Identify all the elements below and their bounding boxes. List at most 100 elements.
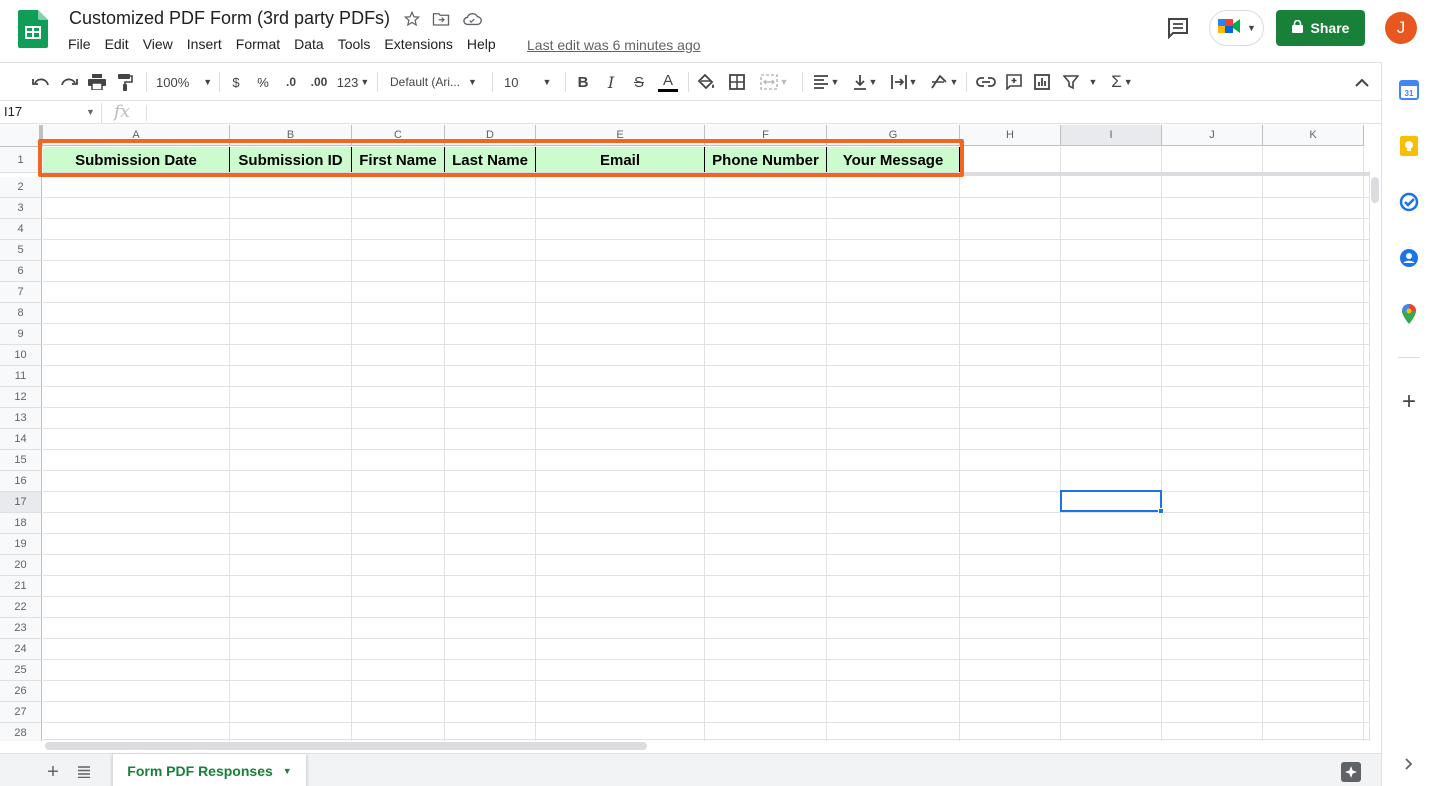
- insert-comment-icon[interactable]: [1003, 71, 1025, 93]
- spreadsheet-grid[interactable]: ABCDEFGHIJK 1 2 3 4 5 6 7 8 9 10 11 12 13 14 15 16 17 18 1…: [0, 125, 1369, 741]
- row-header-5[interactable]: 5: [0, 240, 42, 261]
- chevron-down-icon[interactable]: ▼: [86, 107, 95, 117]
- merge-cells-icon[interactable]: ▼: [756, 71, 792, 93]
- fill-handle[interactable]: [1158, 508, 1164, 514]
- add-icon[interactable]: +: [1398, 388, 1420, 415]
- cloud-saved-icon[interactable]: [462, 9, 482, 29]
- undo-icon[interactable]: [30, 71, 52, 93]
- all-sheets-icon[interactable]: [74, 762, 94, 782]
- redo-icon[interactable]: [58, 71, 80, 93]
- decrease-decimal-button[interactable]: .0: [280, 71, 302, 93]
- text-rotation-icon[interactable]: ▼: [928, 71, 960, 93]
- fill-color-icon[interactable]: [696, 71, 718, 93]
- row-header-19[interactable]: 19: [0, 534, 42, 555]
- row-header-8[interactable]: 8: [0, 303, 42, 324]
- row-header-26[interactable]: 26: [0, 681, 42, 702]
- row-header-28[interactable]: 28: [0, 723, 42, 741]
- contacts-icon[interactable]: [1398, 247, 1420, 269]
- row-header-13[interactable]: 13: [0, 408, 42, 429]
- print-icon[interactable]: [86, 71, 108, 93]
- comments-icon[interactable]: [1164, 14, 1192, 42]
- row-header-14[interactable]: 14: [0, 429, 42, 450]
- menu-extensions[interactable]: Extensions: [384, 36, 459, 54]
- name-box[interactable]: I17: [4, 104, 94, 119]
- row-header-10[interactable]: 10: [0, 345, 42, 366]
- menu-view[interactable]: View: [143, 36, 180, 54]
- menu-data[interactable]: Data: [294, 36, 331, 54]
- row-header-20[interactable]: 20: [0, 555, 42, 576]
- tasks-icon[interactable]: [1398, 191, 1420, 213]
- number-format-select[interactable]: 123 ▼: [336, 71, 370, 93]
- row-header-4[interactable]: 4: [0, 219, 42, 240]
- vertical-align-icon[interactable]: ▼: [849, 71, 881, 93]
- insert-link-icon[interactable]: [975, 71, 997, 93]
- select-all-corner[interactable]: [0, 125, 43, 147]
- text-wrapping-icon[interactable]: ▼: [888, 71, 920, 93]
- add-sheet-icon[interactable]: +: [43, 761, 63, 783]
- bold-icon[interactable]: B: [574, 71, 592, 93]
- horizontal-align-icon[interactable]: ▼: [810, 71, 842, 93]
- percent-format-button[interactable]: %: [254, 71, 272, 93]
- row-header-15[interactable]: 15: [0, 450, 42, 471]
- text-color-icon[interactable]: A: [657, 71, 679, 93]
- menu-insert[interactable]: Insert: [187, 36, 229, 54]
- menu-file[interactable]: File: [68, 36, 98, 54]
- menu-help[interactable]: Help: [467, 36, 503, 54]
- menu-format[interactable]: Format: [236, 36, 287, 54]
- explore-icon[interactable]: [1341, 762, 1361, 782]
- row-header-21[interactable]: 21: [0, 576, 42, 597]
- last-edit-link[interactable]: Last edit was 6 minutes ago: [527, 37, 701, 53]
- vertical-scrollbar[interactable]: [1369, 171, 1381, 741]
- star-icon[interactable]: [402, 9, 422, 29]
- row-header-12[interactable]: 12: [0, 387, 42, 408]
- horizontal-scroll-thumb[interactable]: [45, 742, 647, 750]
- sheet-tab[interactable]: Form PDF Responses ▼: [112, 754, 307, 786]
- calendar-icon[interactable]: 31: [1398, 79, 1420, 101]
- vertical-scroll-thumb[interactable]: [1371, 177, 1379, 203]
- row-header-27[interactable]: 27: [0, 702, 42, 723]
- increase-decimal-button[interactable]: .00: [306, 71, 332, 93]
- keep-icon[interactable]: [1398, 135, 1420, 157]
- column-header-h[interactable]: H: [960, 125, 1061, 146]
- row-header-3[interactable]: 3: [0, 198, 42, 219]
- row-header-11[interactable]: 11: [0, 366, 42, 387]
- functions-icon[interactable]: Σ ▼: [1106, 71, 1138, 93]
- move-folder-icon[interactable]: [431, 9, 451, 29]
- currency-format-button[interactable]: $: [228, 71, 244, 93]
- font-size-select[interactable]: 10 ▼: [504, 71, 558, 93]
- share-button[interactable]: Share: [1276, 10, 1365, 46]
- italic-icon[interactable]: I: [602, 71, 620, 93]
- filter-icon[interactable]: ▼: [1060, 71, 1100, 93]
- column-header-j[interactable]: J: [1162, 125, 1263, 146]
- row-header-24[interactable]: 24: [0, 639, 42, 660]
- avatar[interactable]: J: [1385, 12, 1417, 44]
- document-title[interactable]: Customized PDF Form (3rd party PDFs): [69, 8, 390, 29]
- borders-icon[interactable]: [726, 71, 748, 93]
- zoom-select[interactable]: 100% ▼: [156, 71, 212, 93]
- row-header-16[interactable]: 16: [0, 471, 42, 492]
- row-header-7[interactable]: 7: [0, 282, 42, 303]
- sheets-logo-icon[interactable]: [18, 10, 48, 48]
- row-header-17[interactable]: 17: [0, 492, 42, 513]
- row-header-6[interactable]: 6: [0, 261, 42, 282]
- paint-format-icon[interactable]: [114, 71, 136, 93]
- meet-button[interactable]: ▼: [1209, 10, 1264, 46]
- row-header-2[interactable]: 2: [0, 177, 42, 198]
- row-header-18[interactable]: 18: [0, 513, 42, 534]
- font-family-select[interactable]: Default (Ari... ▼: [390, 71, 484, 93]
- menu-tools[interactable]: Tools: [338, 36, 378, 54]
- row-header-1[interactable]: 1: [0, 147, 42, 173]
- chevron-down-icon[interactable]: ▼: [283, 766, 292, 776]
- row-header-25[interactable]: 25: [0, 660, 42, 681]
- strikethrough-icon[interactable]: S: [630, 71, 648, 93]
- column-header-k[interactable]: K: [1263, 125, 1364, 146]
- row-header-9[interactable]: 9: [0, 324, 42, 345]
- row-header-22[interactable]: 22: [0, 597, 42, 618]
- row-header-23[interactable]: 23: [0, 618, 42, 639]
- collapse-toolbar-icon[interactable]: [1352, 71, 1372, 93]
- column-header-i[interactable]: I: [1061, 125, 1162, 146]
- selected-cell[interactable]: [1060, 490, 1162, 512]
- maps-icon[interactable]: [1398, 303, 1420, 325]
- chevron-right-icon[interactable]: [1398, 753, 1420, 775]
- menu-edit[interactable]: Edit: [105, 36, 136, 54]
